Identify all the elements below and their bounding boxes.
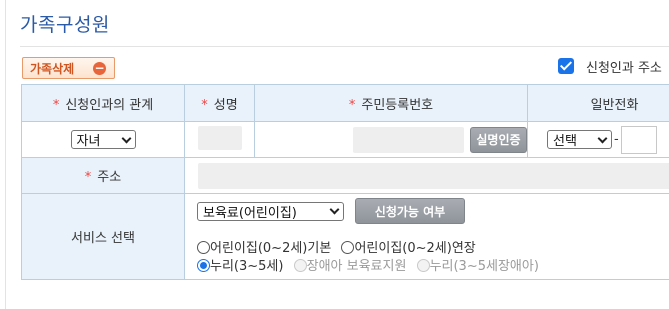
service-select[interactable]: 보육료(어린이집)	[197, 201, 344, 221]
rrn-input-redacted[interactable]	[353, 126, 464, 153]
same-address-checkbox[interactable]	[558, 58, 574, 74]
service-header: 서비스 선택	[21, 193, 185, 280]
same-address-label: 신청인과 주소	[586, 60, 662, 76]
name-cell	[184, 121, 255, 158]
address-cell	[184, 157, 669, 194]
rrn-cell: 실명인증	[254, 121, 528, 158]
minus-circle-icon: −	[93, 61, 106, 75]
address-row: * 주소	[21, 157, 669, 194]
service-options-line-2: 누리(3~5세) 장애아 보육료지원 누리(3~5세장애아)	[197, 255, 545, 274]
name-header: * 성명	[184, 84, 255, 122]
title-divider	[20, 46, 669, 47]
page-left-border	[0, 0, 6, 309]
address-header: * 주소	[21, 157, 185, 194]
relation-select[interactable]: 자녀	[70, 130, 136, 149]
radio-daycare-extended[interactable]	[341, 241, 355, 254]
section-title: 가족구성원	[20, 14, 110, 36]
relation-header: * 신청인과의 관계	[21, 84, 185, 122]
radio-nuri-disabled[interactable]	[416, 259, 430, 272]
delete-family-button[interactable]: 가족삭제 −	[22, 57, 115, 79]
rrn-header: * 주민등록번호	[254, 84, 528, 122]
name-input-redacted[interactable]	[197, 125, 242, 150]
chevron-down-icon	[121, 133, 131, 143]
service-options-line-1: 어린이집(0~2세)기본 어린이집(0~2세)연장	[197, 237, 482, 256]
chevron-down-icon	[597, 133, 608, 143]
delete-family-label: 가족삭제	[30, 61, 75, 76]
radio-daycare-basic[interactable]	[197, 241, 210, 254]
phone-cell: 선택 -	[527, 121, 669, 158]
phone-header: 일반전화	[527, 84, 669, 122]
phone-area-select[interactable]: 선택	[547, 130, 612, 149]
radio-disabled-support[interactable]	[293, 259, 307, 272]
same-address-option[interactable]: 신청인과 주소	[558, 57, 662, 76]
header-row: * 신청인과의 관계 * 성명 * 주민등록번호 일반전화	[21, 84, 669, 122]
address-input-redacted[interactable]	[198, 162, 669, 189]
chevron-down-icon	[329, 204, 340, 215]
eligibility-check-button[interactable]: 신청가능 여부	[355, 198, 465, 224]
family-member-form: * 신청인과의 관계 * 성명 * 주민등록번호 일반전화 자녀 실명인증 선택 -	[21, 84, 669, 280]
relation-cell: 자녀	[21, 121, 185, 158]
radio-nuri[interactable]	[197, 259, 210, 272]
service-cell: 보육료(어린이집) 신청가능 여부 어린이집(0~2세)기본 어린이집(0~2세…	[184, 193, 669, 280]
member-row: 자녀 실명인증 선택 -	[21, 121, 669, 158]
phone-dash: -	[614, 132, 619, 147]
phone-middle-input[interactable]	[620, 125, 657, 154]
service-row: 서비스 선택 보육료(어린이집) 신청가능 여부 어린이집(0~2세)기본 어린…	[21, 193, 669, 280]
real-name-verify-button[interactable]: 실명인증	[469, 126, 527, 153]
